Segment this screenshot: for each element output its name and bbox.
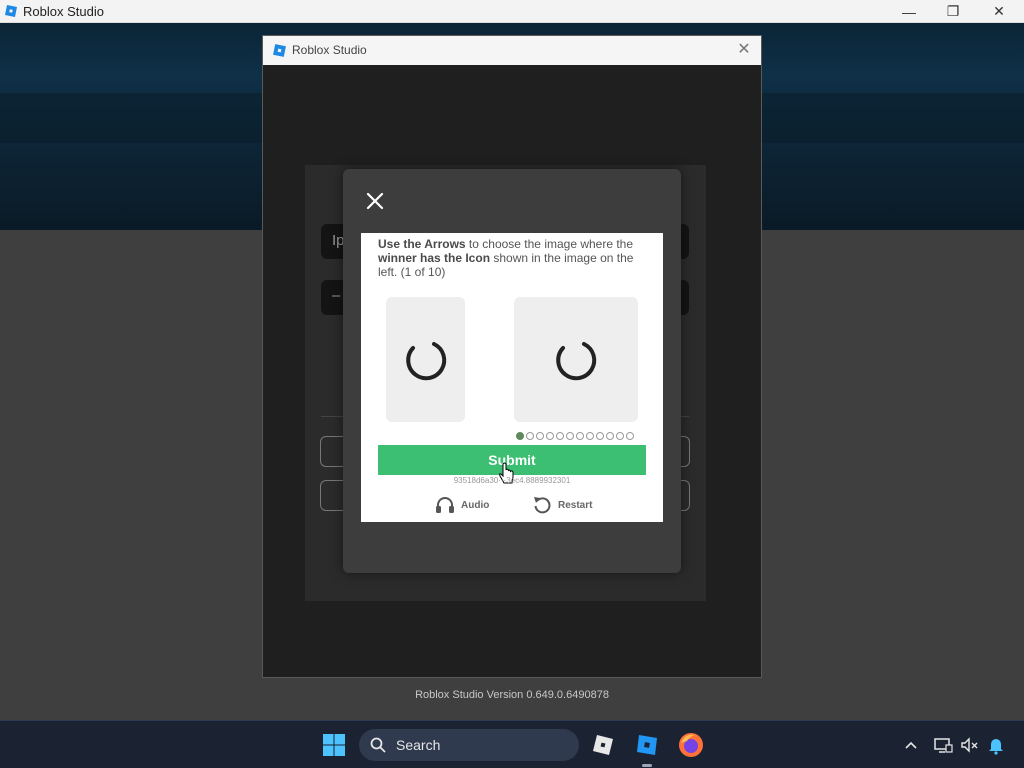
progress-dots (516, 432, 634, 440)
dialog-titlebar: Roblox Studio ✕ (263, 36, 761, 65)
firefox-icon[interactable] (677, 731, 705, 759)
captcha-instructions: Use the Arrows to choose the image where… (378, 237, 634, 279)
progress-dot (516, 432, 524, 440)
progress-dot (556, 432, 564, 440)
dialog-title: Roblox Studio (292, 43, 367, 57)
roblox-player-icon[interactable] (589, 731, 617, 759)
progress-dot (596, 432, 604, 440)
restart-icon (534, 497, 551, 514)
app-titlebar: Roblox Studio — ❐ ✕ (0, 0, 1024, 23)
captcha-challenge: Use the Arrows to choose the image where… (361, 233, 663, 522)
roblox-studio-logo-icon (273, 44, 286, 57)
active-app-indicator (642, 764, 652, 767)
minimize-button[interactable]: — (886, 0, 932, 23)
captcha-modal: Use the Arrows to choose the image where… (343, 169, 681, 573)
progress-dot (586, 432, 594, 440)
app-title: Roblox Studio (23, 4, 104, 19)
search-label: Search (396, 737, 441, 753)
reference-image (386, 297, 465, 422)
progress-dot (626, 432, 634, 440)
audio-button[interactable]: Audio (435, 495, 489, 515)
progress-dot (606, 432, 614, 440)
mute-icon[interactable] (959, 735, 979, 755)
session-id: 93518d6a30···3ec4.8889932301 (453, 476, 571, 485)
password-field-text: – (332, 287, 341, 304)
progress-dot (566, 432, 574, 440)
chevron-up-icon[interactable] (901, 735, 921, 755)
loading-spinner-icon (405, 341, 446, 380)
progress-dot (576, 432, 584, 440)
restart-button[interactable]: Restart (532, 495, 592, 515)
taskbar: Search (0, 720, 1024, 768)
progress-dot (546, 432, 554, 440)
roblox-studio-icon[interactable] (633, 731, 661, 759)
windows-start-icon[interactable] (322, 733, 346, 757)
display-icon[interactable] (933, 735, 953, 755)
roblox-studio-logo-icon (5, 5, 17, 17)
restart-label: Restart (558, 499, 593, 511)
dialog-close-button[interactable]: ✕ (733, 39, 755, 61)
maximize-button[interactable]: ❐ (930, 0, 976, 23)
progress-dot (536, 432, 544, 440)
close-window-button[interactable]: ✕ (976, 0, 1022, 23)
answer-image[interactable] (514, 297, 638, 422)
audio-label: Audio (461, 499, 490, 511)
bell-icon[interactable] (986, 735, 1006, 755)
headphones-icon (436, 497, 454, 513)
search-icon (370, 737, 386, 753)
version-text: Roblox Studio Version 0.649.0.6490878 (415, 689, 609, 701)
close-icon[interactable] (363, 189, 387, 213)
taskbar-search[interactable]: Search (359, 729, 579, 761)
progress-dot (616, 432, 624, 440)
progress-dot (526, 432, 534, 440)
loading-spinner-icon (556, 341, 597, 380)
